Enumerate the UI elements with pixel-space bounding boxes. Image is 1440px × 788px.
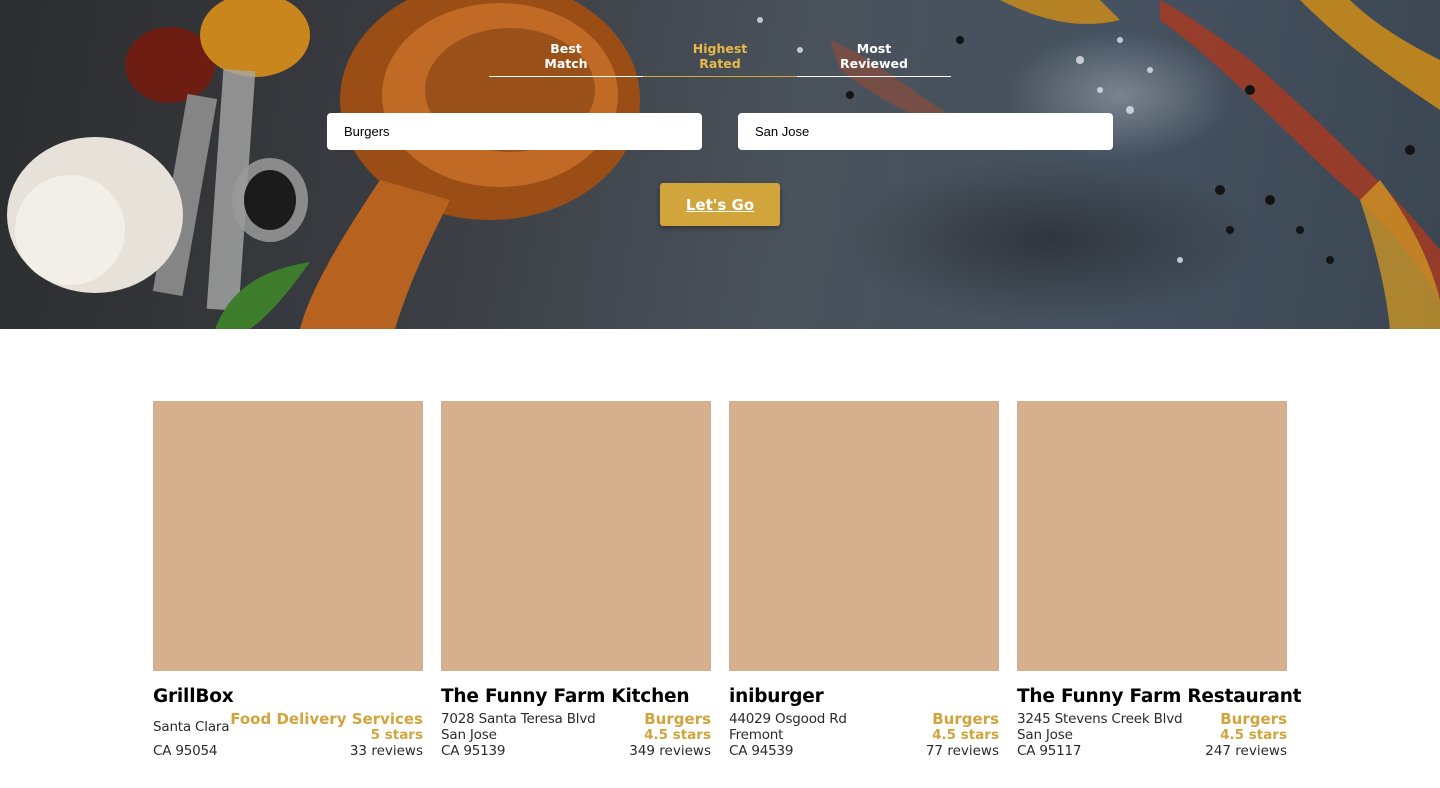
business-address: 7028 Santa Teresa Blvd San Jose CA 95139	[441, 711, 596, 759]
tab-label-line2: Match	[544, 56, 588, 71]
business-name: The Funny Farm Restaurant	[1017, 686, 1302, 707]
business-address: Santa Clara CA 95054	[153, 711, 230, 759]
tab-label-line2: Reviewed	[840, 56, 908, 71]
business-card[interactable]: The Funny Farm Kitchen 7028 Santa Teresa…	[441, 401, 711, 759]
tab-label-line1: Best	[550, 41, 582, 56]
business-list: GrillBox Santa Clara CA 95054 Food Deliv…	[153, 401, 1302, 759]
business-address: 3245 Stevens Creek Blvd San Jose CA 9511…	[1017, 711, 1183, 759]
tab-most-reviewed[interactable]: Most Reviewed	[797, 40, 951, 77]
business-rating: 5 stars	[370, 727, 423, 743]
business-review-count: 247 reviews	[1205, 743, 1287, 759]
business-name: The Funny Farm Kitchen	[441, 686, 690, 707]
business-name: iniburger	[729, 686, 824, 707]
address-city: San Jose	[441, 727, 497, 743]
tab-highest-rated[interactable]: Highest Rated	[643, 40, 797, 77]
address-state-zip: CA 94539	[729, 743, 794, 759]
tab-label-line2: Rated	[699, 56, 741, 71]
business-category: Burgers	[1220, 710, 1287, 728]
business-review-count: 349 reviews	[629, 743, 711, 759]
business-rating: 4.5 stars	[932, 727, 999, 743]
business-image	[441, 401, 711, 671]
address-city: Fremont	[729, 727, 784, 743]
business-image	[1017, 401, 1287, 671]
address-state-zip: CA 95139	[441, 743, 506, 759]
business-category: Burgers	[644, 710, 711, 728]
lets-go-button[interactable]: Let's Go	[660, 183, 780, 226]
address-city: San Jose	[1017, 727, 1073, 743]
tab-label-line1: Most	[856, 41, 892, 56]
address-state-zip: CA 95054	[153, 743, 218, 759]
tab-label-line1: Highest	[692, 41, 748, 56]
business-review-count: 77 reviews	[925, 743, 999, 759]
business-name: GrillBox	[153, 686, 234, 707]
business-rating: 4.5 stars	[644, 727, 711, 743]
business-card[interactable]: GrillBox Santa Clara CA 95054 Food Deliv…	[153, 401, 423, 759]
address-state-zip: CA 95117	[1017, 743, 1082, 759]
sort-tabs: Best Match Highest Rated Most Reviewed	[489, 40, 951, 77]
address-line: 7028 Santa Teresa Blvd	[441, 711, 596, 727]
location-input[interactable]	[738, 113, 1113, 150]
business-image	[729, 401, 999, 671]
business-category: Food Delivery Services	[230, 710, 423, 728]
business-rating: 4.5 stars	[1220, 727, 1287, 743]
address-line: 44029 Osgood Rd	[729, 711, 847, 727]
business-review-count: 33 reviews	[349, 743, 423, 759]
tab-best-match[interactable]: Best Match	[489, 40, 643, 77]
business-image	[153, 401, 423, 671]
address-line: Santa Clara	[153, 719, 230, 735]
business-category: Burgers	[932, 710, 999, 728]
business-card[interactable]: iniburger 44029 Osgood Rd Fremont CA 945…	[729, 401, 999, 759]
search-term-input[interactable]	[327, 113, 702, 150]
business-address: 44029 Osgood Rd Fremont CA 94539	[729, 711, 847, 759]
business-card[interactable]: The Funny Farm Restaurant 3245 Stevens C…	[1017, 401, 1302, 759]
hero-banner: Best Match Highest Rated Most Reviewed L…	[0, 0, 1440, 329]
address-line: 3245 Stevens Creek Blvd	[1017, 711, 1183, 727]
